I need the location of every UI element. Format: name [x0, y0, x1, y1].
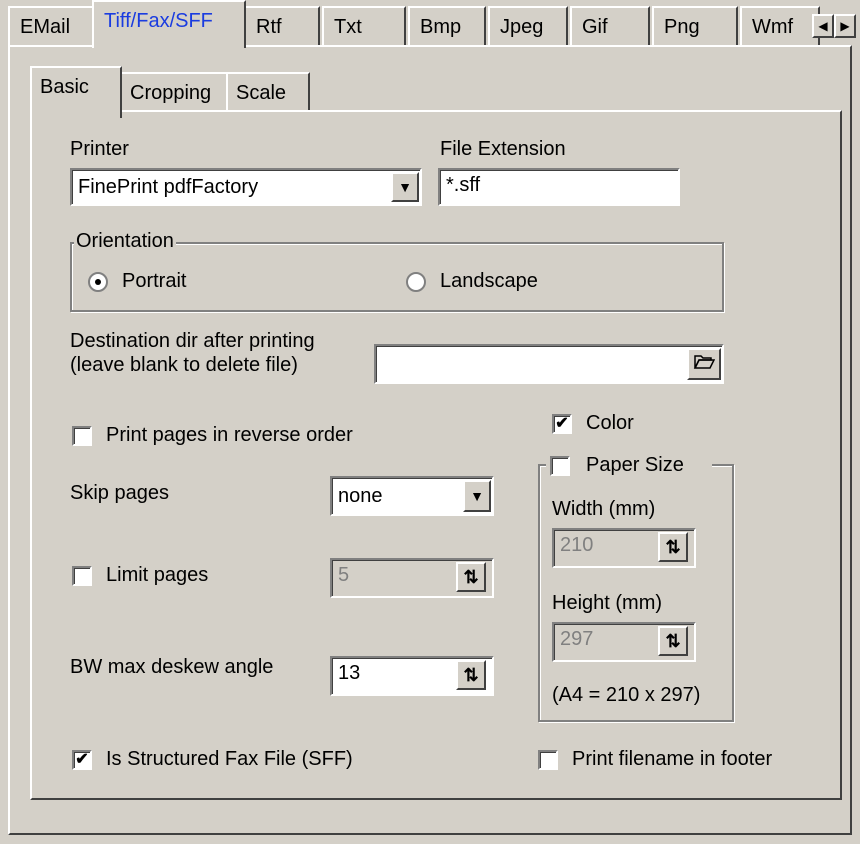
paper-width-spin-button[interactable]: ⇅	[658, 532, 688, 562]
destination-label-line1: Destination dir after printing	[70, 330, 315, 352]
landscape-radio[interactable]	[406, 272, 426, 292]
skip-pages-label: Skip pages	[70, 482, 169, 504]
tab-rtf-label: Rtf	[256, 16, 282, 38]
portrait-label: Portrait	[122, 270, 187, 292]
tab-jpeg-label: Jpeg	[500, 16, 544, 38]
paper-size-label: Paper Size	[586, 454, 684, 476]
deskew-label: BW max deskew angle	[70, 656, 274, 678]
tab-wmf[interactable]: Wmf	[740, 6, 820, 46]
tab-bmp-label: Bmp	[420, 16, 462, 38]
print-filename-label: Print filename in footer	[572, 748, 773, 770]
tab-cropping-label: Cropping	[130, 82, 212, 104]
tab-png-label: Png	[664, 16, 700, 38]
chevron-down-icon: ▼	[470, 488, 484, 504]
sff-check-mark: ✔	[75, 751, 89, 768]
printer-dropdown-button[interactable]: ▼	[391, 172, 419, 202]
arrow-left-icon: ◀	[818, 19, 828, 33]
spin-arrows-icon: ⇅	[463, 664, 479, 685]
landscape-label: Landscape	[440, 270, 538, 292]
destination-dir-value	[376, 360, 687, 368]
chevron-down-icon: ▼	[398, 179, 412, 195]
tab-cropping[interactable]: Cropping	[120, 72, 228, 112]
skip-pages-dropdown-button[interactable]: ▼	[463, 480, 491, 512]
file-extension-value: *.sff	[446, 174, 481, 196]
deskew-spin-button[interactable]: ⇅	[456, 660, 486, 690]
printer-select[interactable]: FinePrint pdfFactory ▼	[70, 168, 422, 206]
sff-checkbox[interactable]: ✔	[72, 750, 92, 770]
color-checkbox[interactable]: ✔	[552, 414, 572, 434]
paper-size-title-wrap: Paper Size	[546, 452, 712, 478]
browse-folder-button[interactable]	[687, 348, 721, 380]
reverse-order-label: Print pages in reverse order	[106, 424, 353, 446]
skip-pages-value: none	[338, 484, 383, 507]
printer-select-value: FinePrint pdfFactory	[78, 175, 259, 198]
orientation-title: Orientation	[74, 230, 176, 253]
tab-scale[interactable]: Scale	[226, 72, 310, 112]
limit-pages-spin-button[interactable]: ⇅	[456, 562, 486, 592]
spin-arrows-icon: ⇅	[665, 536, 681, 557]
print-filename-checkbox[interactable]	[538, 750, 558, 770]
tab-wmf-label: Wmf	[752, 16, 794, 38]
tab-bmp[interactable]: Bmp	[408, 6, 486, 46]
paper-size-checkbox[interactable]	[550, 456, 570, 476]
portrait-radio[interactable]	[88, 272, 108, 292]
paper-size-note: (A4 = 210 x 297)	[552, 684, 701, 706]
spin-arrows-icon: ⇅	[463, 566, 479, 587]
tab-scroll-left-button[interactable]: ◀	[812, 14, 834, 38]
tab-email[interactable]: EMail	[8, 6, 94, 46]
printer-label: Printer	[70, 138, 129, 160]
width-label: Width (mm)	[552, 498, 656, 520]
radio-selected-dot	[95, 279, 101, 285]
tab-rtf[interactable]: Rtf	[244, 6, 320, 46]
skip-pages-select[interactable]: none ▼	[330, 476, 494, 516]
tab-tiff-label: Tiff/Fax/SFF	[104, 10, 213, 32]
tab-txt-label: Txt	[334, 16, 362, 38]
tab-png[interactable]: Png	[652, 6, 738, 46]
file-extension-label: File Extension	[440, 138, 566, 160]
folder-open-icon	[693, 351, 716, 377]
height-label: Height (mm)	[552, 592, 663, 614]
tab-scroll-right-button[interactable]: ▶	[834, 14, 856, 38]
tab-tiff-fax-sff[interactable]: Tiff/Fax/SFF	[92, 0, 246, 48]
tab-txt[interactable]: Txt	[322, 6, 406, 46]
tab-basic-label: Basic	[40, 76, 89, 98]
spin-arrows-icon: ⇅	[665, 630, 681, 651]
tab-basic[interactable]: Basic	[30, 66, 122, 118]
color-check-mark: ✔	[555, 415, 569, 432]
limit-pages-checkbox[interactable]	[72, 566, 92, 586]
tab-email-label: EMail	[20, 16, 71, 38]
tab-jpeg[interactable]: Jpeg	[488, 6, 568, 46]
file-extension-input[interactable]: *.sff	[438, 168, 680, 206]
tab-gif-label: Gif	[582, 16, 608, 38]
reverse-order-checkbox[interactable]	[72, 426, 92, 446]
tab-scale-label: Scale	[236, 82, 287, 104]
destination-dir-input[interactable]	[374, 344, 724, 384]
color-label: Color	[586, 412, 634, 434]
destination-label-line2: (leave blank to delete file)	[70, 354, 298, 376]
paper-height-spin-button[interactable]: ⇅	[658, 626, 688, 656]
sff-label: Is Structured Fax File (SFF)	[106, 748, 353, 770]
limit-pages-label: Limit pages	[106, 564, 209, 586]
arrow-right-icon: ▶	[840, 19, 850, 33]
tab-gif[interactable]: Gif	[570, 6, 650, 46]
